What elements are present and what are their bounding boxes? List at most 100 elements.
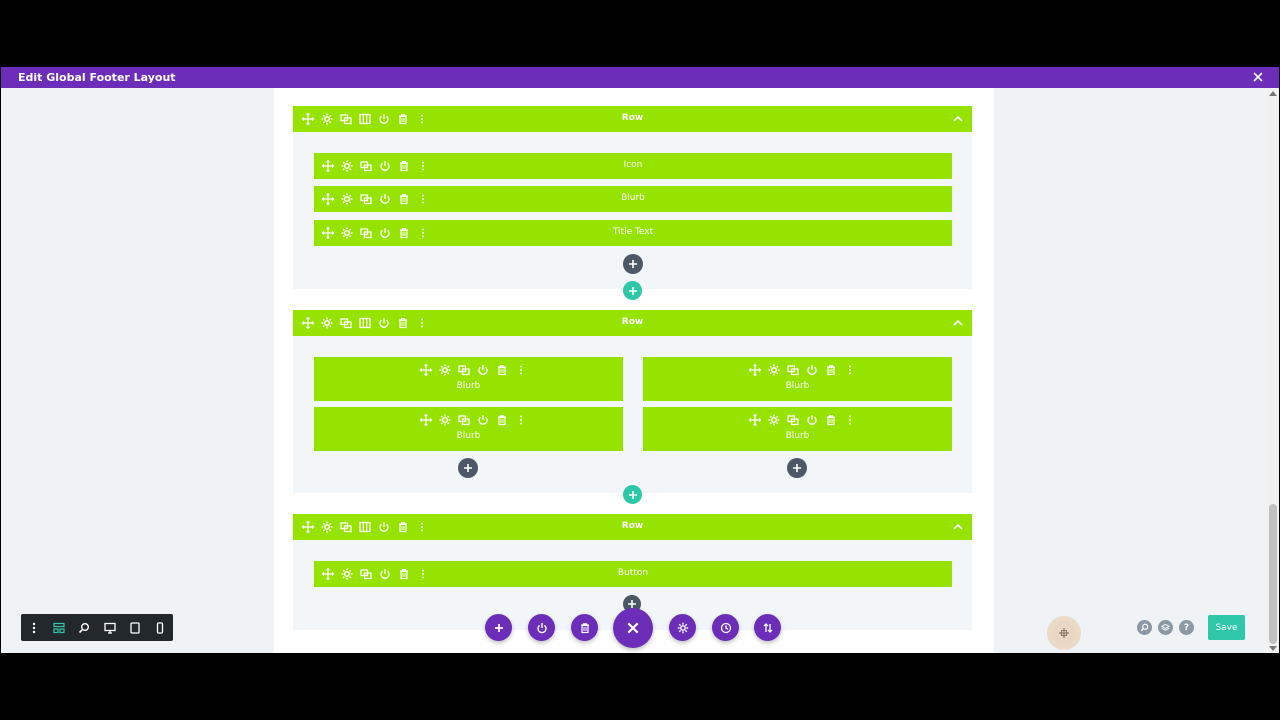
power-icon[interactable] xyxy=(805,363,819,377)
plus-icon xyxy=(793,464,801,472)
add-module-button[interactable] xyxy=(458,458,478,478)
page-settings-button[interactable] xyxy=(669,614,696,641)
module-blurb[interactable]: Blurb xyxy=(314,407,623,451)
move-icon[interactable] xyxy=(419,363,433,377)
drag-handle-inner xyxy=(1052,621,1076,645)
plus-icon xyxy=(628,286,637,295)
module-toolbar xyxy=(419,413,528,427)
sort-icon xyxy=(763,622,772,633)
clear-layout-button[interactable] xyxy=(571,614,598,641)
wireframe-icon xyxy=(53,622,65,633)
desktop-view-button[interactable] xyxy=(97,614,122,641)
power-icon[interactable] xyxy=(476,413,490,427)
move-icon[interactable] xyxy=(748,363,762,377)
collapse-icon[interactable] xyxy=(953,318,963,328)
wireframe-view-button[interactable] xyxy=(46,614,71,641)
close-window-button[interactable] xyxy=(1249,68,1267,86)
trash-icon[interactable] xyxy=(824,413,838,427)
more-icon[interactable] xyxy=(514,363,528,377)
trash-icon xyxy=(580,622,589,633)
add-module-button[interactable] xyxy=(787,458,807,478)
zoom-icon xyxy=(79,622,90,633)
module-label: Blurb xyxy=(621,193,645,203)
tablet-icon xyxy=(130,621,140,634)
module-button[interactable]: Button xyxy=(314,561,952,587)
module-label: Button xyxy=(617,568,649,578)
trash-icon[interactable] xyxy=(824,363,838,377)
module-label: Blurb xyxy=(785,381,810,391)
scroll-down-arrow[interactable] xyxy=(1269,646,1277,651)
gear-icon[interactable] xyxy=(767,413,781,427)
scrollbar[interactable] xyxy=(1267,88,1279,653)
more-icon[interactable] xyxy=(514,413,528,427)
module-label: Blurb xyxy=(456,431,481,441)
gear-icon[interactable] xyxy=(767,363,781,377)
add-row-button[interactable] xyxy=(623,281,642,300)
add-button[interactable] xyxy=(485,614,512,641)
layers-icon xyxy=(1161,623,1170,631)
module-icon[interactable]: Icon xyxy=(314,153,952,179)
view-mode-toolbar xyxy=(21,614,173,641)
module-label: Blurb xyxy=(456,381,481,391)
more-icon xyxy=(32,622,35,633)
add-row-button[interactable] xyxy=(623,485,642,504)
more-icon[interactable] xyxy=(843,363,857,377)
module-blurb[interactable]: Blurb xyxy=(314,186,952,212)
duplicate-icon[interactable] xyxy=(786,413,800,427)
search-button[interactable] xyxy=(1137,620,1152,635)
settings-menu-button[interactable] xyxy=(21,614,46,641)
duplicate-icon[interactable] xyxy=(457,413,471,427)
drag-handle[interactable] xyxy=(1047,616,1081,650)
module-toolbar xyxy=(748,413,857,427)
search-icon xyxy=(1140,623,1149,632)
module-toolbar xyxy=(419,363,528,377)
row-header[interactable]: Row xyxy=(293,106,972,132)
collapse-icon[interactable] xyxy=(953,114,963,124)
row-label: Row xyxy=(621,521,644,531)
layers-button[interactable] xyxy=(1158,620,1173,635)
zoom-view-button[interactable] xyxy=(72,614,97,641)
trash-icon[interactable] xyxy=(495,363,509,377)
module-label: Title Text xyxy=(612,227,654,237)
collapse-icon[interactable] xyxy=(953,522,963,532)
module-title-text[interactable]: Title Text xyxy=(314,220,952,246)
phone-view-button[interactable] xyxy=(148,614,173,641)
row-header[interactable]: Row xyxy=(293,310,972,336)
scrollbar-thumb[interactable] xyxy=(1269,504,1277,644)
row-label: Row xyxy=(621,317,644,327)
move-icon[interactable] xyxy=(748,413,762,427)
close-actions-button[interactable] xyxy=(613,608,653,648)
power-icon xyxy=(536,622,547,633)
portability-button[interactable] xyxy=(754,614,781,641)
history-button[interactable] xyxy=(712,614,739,641)
save-button[interactable]: Save xyxy=(1208,615,1245,640)
module-blurb[interactable]: Blurb xyxy=(314,357,623,401)
power-icon[interactable] xyxy=(805,413,819,427)
plus-icon xyxy=(464,464,472,472)
help-button[interactable]: ? xyxy=(1179,620,1194,635)
gear-icon[interactable] xyxy=(438,363,452,377)
row-label: Row xyxy=(621,113,644,123)
module-blurb[interactable]: Blurb xyxy=(643,407,952,451)
history-icon xyxy=(720,622,731,633)
title-bar: Edit Global Footer Layout xyxy=(1,67,1279,88)
duplicate-icon[interactable] xyxy=(786,363,800,377)
row-header[interactable]: Row xyxy=(293,514,972,540)
gear-icon[interactable] xyxy=(438,413,452,427)
duplicate-icon[interactable] xyxy=(457,363,471,377)
gear-icon xyxy=(677,622,688,633)
more-icon[interactable] xyxy=(843,413,857,427)
module-label: Blurb xyxy=(785,431,810,441)
module-blurb[interactable]: Blurb xyxy=(643,357,952,401)
trash-icon[interactable] xyxy=(495,413,509,427)
screen: Edit Global Footer Layout Row Icon Blurb… xyxy=(0,0,1280,720)
move-icon[interactable] xyxy=(419,413,433,427)
window-title: Edit Global Footer Layout xyxy=(18,71,176,84)
move-icon xyxy=(1059,628,1069,638)
close-icon xyxy=(627,622,639,634)
add-module-button[interactable] xyxy=(623,254,643,274)
disable-button[interactable] xyxy=(528,614,555,641)
power-icon[interactable] xyxy=(476,363,490,377)
scroll-up-arrow[interactable] xyxy=(1269,91,1277,96)
tablet-view-button[interactable] xyxy=(122,614,147,641)
